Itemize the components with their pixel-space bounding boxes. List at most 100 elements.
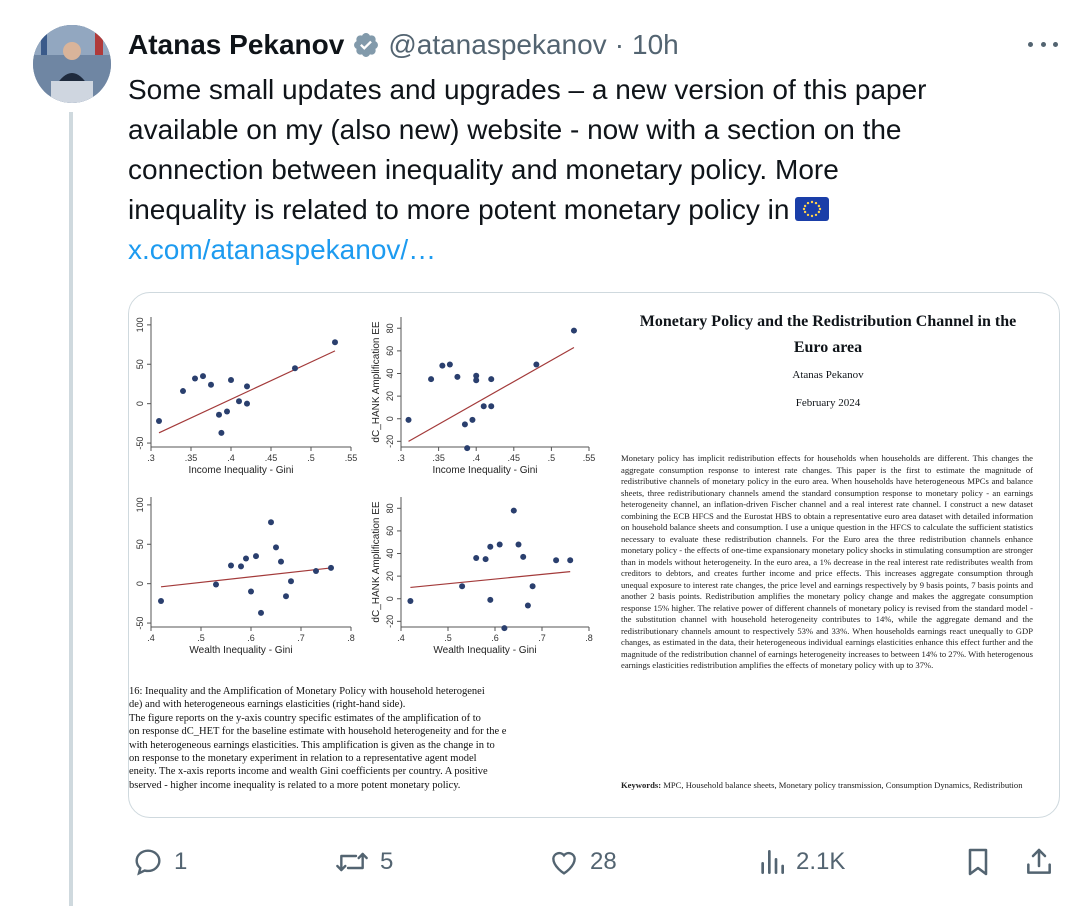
thread-line xyxy=(69,112,73,906)
y-tick-label: 50 xyxy=(135,359,145,369)
scatter-point xyxy=(238,563,244,570)
tweet-text-line: Some small updates and upgrades – a new … xyxy=(128,74,927,105)
x-axis-label: Income Inequality - Gini xyxy=(188,465,293,476)
y-tick-label: -50 xyxy=(135,437,145,450)
y-tick-label: 0 xyxy=(135,581,145,586)
tweet-link[interactable]: x.com/atanaspekanov/… xyxy=(128,230,1048,270)
scatter-point xyxy=(524,602,531,609)
scatter-point xyxy=(446,361,453,368)
scatter-point xyxy=(236,398,242,405)
scatter-point xyxy=(283,593,289,600)
paper-author: Atanas Pekanov xyxy=(792,369,864,381)
scatter-point xyxy=(461,421,468,428)
x-tick-label: .5 xyxy=(548,453,556,463)
tweet-text: Some small updates and upgrades – a new … xyxy=(128,70,1048,270)
more-options-icon[interactable] xyxy=(1028,34,1058,54)
scatter-point xyxy=(218,429,225,436)
scatter-point xyxy=(273,544,279,551)
scatter-point xyxy=(464,445,471,452)
share-icon xyxy=(1027,848,1051,874)
scatter-point xyxy=(328,564,334,571)
scatter-point xyxy=(570,327,577,334)
action-bar: 1 5 28 2.1K xyxy=(128,840,1058,884)
y-axis-label: dC_HANK Amplification EE xyxy=(371,321,382,442)
tweet-text-line: connection between inequality and moneta… xyxy=(128,154,839,185)
bookmark-button[interactable] xyxy=(964,840,992,884)
scatter-point xyxy=(529,583,536,590)
y-tick-label: 40 xyxy=(385,369,395,379)
x-axis-label: Wealth Inequality - Gini xyxy=(433,645,536,656)
paper-title-page: Monetary Policy and the Redistribution C… xyxy=(597,293,1059,817)
scatter-point xyxy=(533,361,540,368)
views-button[interactable]: 2.1K xyxy=(758,840,845,884)
scatter-point xyxy=(501,625,508,632)
scatter-point xyxy=(553,557,560,564)
paper-title: Monetary Policy and the Redistribution C… xyxy=(597,309,1059,361)
scatter-point xyxy=(428,376,435,383)
reply-button[interactable]: 1 xyxy=(132,840,187,884)
scatter-point xyxy=(439,362,446,369)
y-tick-label: 20 xyxy=(385,571,395,581)
y-tick-label: 50 xyxy=(135,539,145,549)
y-tick-label: 40 xyxy=(385,549,395,559)
scatter-point xyxy=(520,553,527,560)
y-axis-label: dC_HANK Amplification EE xyxy=(371,501,382,622)
tweet-text-line-last: inequality is related to more potent mon… xyxy=(128,190,1048,230)
author-handle[interactable]: @atanaspekanov xyxy=(388,29,606,61)
fit-line xyxy=(408,346,575,442)
scatter-point xyxy=(156,418,162,424)
avatar-image xyxy=(33,25,111,103)
y-tick-label: 20 xyxy=(385,391,395,401)
x-tick-label: .4 xyxy=(397,633,405,643)
fit-line xyxy=(160,567,332,588)
x-tick-label: .35 xyxy=(432,453,445,463)
tweet-time[interactable]: 10h xyxy=(632,29,679,61)
scatter-point xyxy=(216,411,222,418)
reply-icon xyxy=(135,849,161,876)
author-name[interactable]: Atanas Pekanov xyxy=(128,29,344,61)
scatter-point xyxy=(292,365,298,372)
scatter-point xyxy=(228,377,234,384)
y-tick-label: -20 xyxy=(385,615,395,628)
x-tick-label: .35 xyxy=(185,453,198,463)
scatter-point xyxy=(244,383,250,390)
tweet-media-image[interactable]: .3 .35 .4 .45 .5 .55 -50 0 50 100 Income Inequalit… xyxy=(128,292,1060,818)
x-tick-label: .4 xyxy=(147,633,155,643)
retweet-count: 5 xyxy=(380,848,394,875)
keywords-label: Keywords: xyxy=(621,780,662,790)
avatar[interactable] xyxy=(33,25,111,103)
tweet-header: Atanas Pekanov @atanaspekanov · 10h xyxy=(128,28,679,62)
like-button[interactable]: 28 xyxy=(548,840,617,884)
x-tick-label: .8 xyxy=(347,633,355,643)
paper-abstract: Monetary policy has implicit redistribut… xyxy=(621,453,1033,670)
paper-title-line: Euro area xyxy=(793,339,863,356)
paper-date: February 2024 xyxy=(795,397,861,409)
x-tick-label: .8 xyxy=(585,633,593,643)
verified-badge-icon xyxy=(352,31,380,59)
y-tick-label: 100 xyxy=(135,317,145,332)
paper-figure-panel: .3 .35 .4 .45 .5 .55 -50 0 50 100 Income Inequalit… xyxy=(129,293,595,817)
scatter-point xyxy=(487,596,494,603)
scatter-point xyxy=(459,583,466,590)
x-axis-label: Wealth Inequality - Gini xyxy=(189,645,292,656)
caption-line: on response to the monetary experiment i… xyxy=(129,753,477,765)
scatter-point xyxy=(224,408,230,415)
heart-icon xyxy=(552,851,576,875)
paper-keywords: Keywords: MPC, Household balance sheets,… xyxy=(621,780,1033,792)
figure-caption: 16: Inequality and the Amplification of … xyxy=(129,685,595,792)
scatter-plots: .3 .35 .4 .45 .5 .55 -50 0 50 100 Income Inequalit… xyxy=(135,317,595,656)
scatter-point xyxy=(213,581,219,588)
scatter-point xyxy=(469,416,476,423)
x-tick-label: .45 xyxy=(265,453,278,463)
retweet-icon xyxy=(336,852,368,872)
scatter-point xyxy=(288,578,294,585)
share-button[interactable] xyxy=(1024,840,1054,884)
reply-count: 1 xyxy=(174,848,188,875)
retweet-button[interactable]: 5 xyxy=(334,840,393,884)
x-tick-label: .5 xyxy=(307,453,315,463)
caption-line: on response dC_HET for the baseline esti… xyxy=(129,726,507,738)
scatter-point xyxy=(515,541,522,548)
scatter-point xyxy=(482,556,489,563)
x-tick-label: .4 xyxy=(472,453,480,463)
caption-line: eneity. The x-axis reports income and we… xyxy=(129,766,488,778)
